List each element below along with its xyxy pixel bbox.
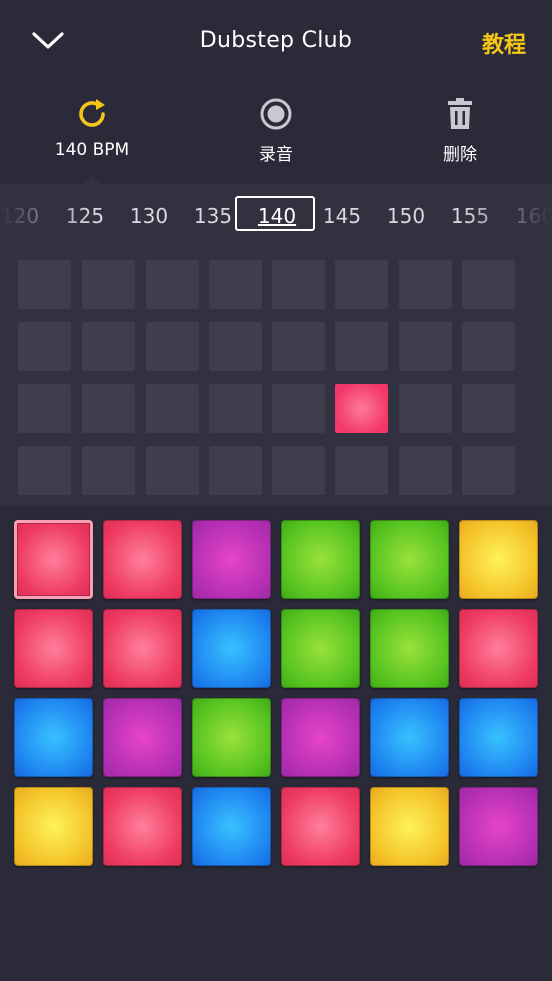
drum-pad-green[interactable] — [370, 609, 449, 688]
drum-pad-pink[interactable] — [281, 787, 360, 866]
sequencer-step[interactable] — [18, 322, 71, 371]
drum-pad-purple[interactable] — [103, 698, 182, 777]
drum-pad-pink[interactable] — [459, 609, 538, 688]
drum-pad-purple[interactable] — [459, 787, 538, 866]
drum-pad-pink[interactable] — [103, 609, 182, 688]
drum-pad-blue[interactable] — [370, 698, 449, 777]
bpm-selector[interactable]: 120 125 130 135 140 145 150 155 160 — [0, 184, 552, 244]
sequencer-step[interactable] — [18, 260, 71, 309]
drum-pad-purple[interactable] — [192, 520, 271, 599]
sequencer-step[interactable] — [82, 446, 135, 495]
sequencer-step[interactable] — [82, 260, 135, 309]
sequencer-step[interactable] — [335, 446, 388, 495]
record-label: 录音 — [259, 145, 293, 165]
drum-pad-pink[interactable] — [103, 520, 182, 599]
drum-pad-yellow[interactable] — [370, 787, 449, 866]
drum-pad-yellow[interactable] — [459, 520, 538, 599]
sequencer-step[interactable] — [209, 384, 262, 433]
bpm-option[interactable]: 150 — [376, 204, 436, 228]
sequencer-step[interactable] — [335, 322, 388, 371]
sequencer-step[interactable] — [399, 260, 452, 309]
page-title: Dubstep Club — [199, 28, 353, 53]
sequencer-step[interactable] — [462, 384, 515, 433]
sequencer-step[interactable] — [146, 384, 199, 433]
drum-pad-pink[interactable] — [103, 787, 182, 866]
sequencer-step[interactable] — [399, 446, 452, 495]
header-bar: Dubstep Club 教程 — [0, 0, 552, 84]
drum-pad-green[interactable] — [281, 520, 360, 599]
sequencer-step[interactable] — [462, 260, 515, 309]
bpm-option[interactable]: 120 — [0, 204, 50, 228]
drum-pad-green[interactable] — [370, 520, 449, 599]
pad-grid — [0, 506, 552, 981]
sequencer-step[interactable] — [82, 384, 135, 433]
sequencer-step[interactable] — [82, 322, 135, 371]
sequencer-step[interactable] — [146, 322, 199, 371]
bpm-option[interactable]: 125 — [55, 204, 115, 228]
delete-button[interactable]: 删除 — [390, 96, 530, 165]
trash-icon — [448, 98, 472, 129]
sequencer-step[interactable] — [399, 384, 452, 433]
bpm-option[interactable]: 135 — [183, 204, 243, 228]
refresh-icon — [79, 99, 105, 127]
sequencer-step[interactable] — [272, 384, 325, 433]
bpm-option[interactable]: 130 — [119, 204, 179, 228]
drum-pad-blue[interactable] — [192, 787, 271, 866]
sequencer-step[interactable] — [335, 260, 388, 309]
sequencer-step[interactable] — [272, 322, 325, 371]
sequencer-step[interactable] — [209, 260, 262, 309]
sequencer-step[interactable] — [272, 446, 325, 495]
bpm-option[interactable]: 160 — [505, 204, 552, 228]
bpm-option[interactable]: 155 — [440, 204, 500, 228]
sequencer-step[interactable] — [462, 446, 515, 495]
delete-label: 删除 — [443, 145, 477, 165]
sequencer-step[interactable] — [209, 322, 262, 371]
bpm-label: 140 BPM — [54, 140, 130, 160]
drum-pad-green[interactable] — [192, 698, 271, 777]
toolbar: 140 BPM 录音 删除 — [0, 84, 552, 184]
sequencer-step[interactable] — [399, 322, 452, 371]
drum-pad-pink[interactable] — [14, 520, 93, 599]
drum-pad-blue[interactable] — [459, 698, 538, 777]
drum-pad-yellow[interactable] — [14, 787, 93, 866]
sequencer-step[interactable] — [462, 322, 515, 371]
bpm-button[interactable]: 140 BPM — [22, 96, 162, 160]
drum-pad-pink[interactable] — [14, 609, 93, 688]
drum-pad-blue[interactable] — [14, 698, 93, 777]
drum-pad-green[interactable] — [281, 609, 360, 688]
record-button[interactable]: 录音 — [206, 96, 346, 165]
drum-pad-blue[interactable] — [192, 609, 271, 688]
bpm-option[interactable]: 145 — [312, 204, 372, 228]
sequencer-step[interactable] — [18, 446, 71, 495]
bpm-selection-box — [235, 196, 315, 231]
tutorial-button[interactable]: 教程 — [482, 27, 526, 59]
step-sequencer — [0, 244, 552, 506]
record-icon — [260, 98, 292, 130]
drum-pad-purple[interactable] — [281, 698, 360, 777]
sequencer-step[interactable] — [146, 446, 199, 495]
sequencer-step[interactable] — [18, 384, 71, 433]
sequencer-step[interactable] — [272, 260, 325, 309]
sequencer-step-active[interactable] — [335, 384, 388, 433]
sequencer-step[interactable] — [209, 446, 262, 495]
sequencer-step[interactable] — [146, 260, 199, 309]
